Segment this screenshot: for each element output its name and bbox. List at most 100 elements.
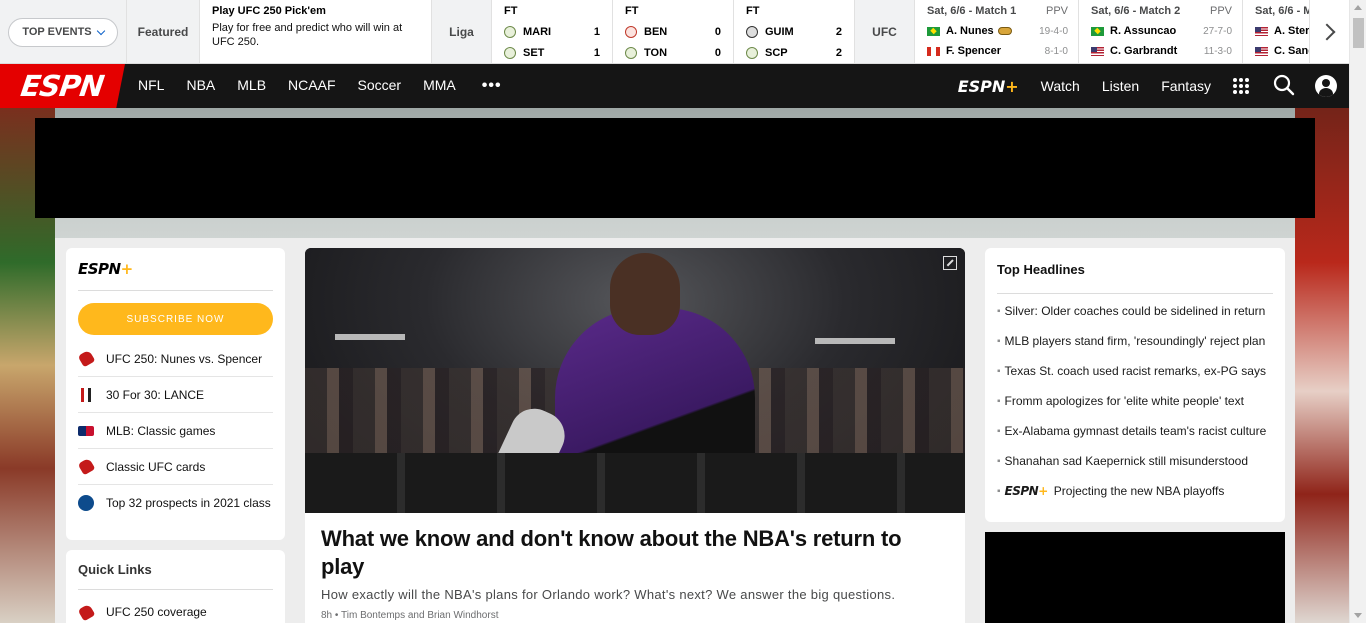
espn-plus-link[interactable]: ESPN+ [958,77,1019,96]
fighter-name: R. Assuncao [1110,25,1177,37]
belt-icon [997,27,1012,35]
expand-icon[interactable] [943,256,957,270]
team-logo-icon [625,25,637,38]
promo-title: Play UFC 250 Pick'em [212,5,326,17]
sidebar-item-label: 30 For 30: LANCE [106,387,205,402]
fighter-record: 11-3-0 [1203,45,1232,57]
plus-sign: + [120,260,134,278]
team-logo-icon [625,46,637,59]
sidebar-item-mlb[interactable]: MLB: Classic games [78,413,273,449]
headline-item[interactable]: ▪ Texas St. coach used racist remarks, ex… [997,356,1273,386]
glove-icon [77,603,95,621]
headline-item[interactable]: ▪ Silver: Older coaches could be sideline… [997,296,1273,326]
right-ad-slot[interactable] [985,532,1285,623]
team-score: 2 [835,25,842,38]
nav-link-watch[interactable]: Watch [1041,78,1080,94]
nav-item-mma[interactable]: MMA [423,77,456,95]
mlb-icon [78,423,94,439]
sidebar-item-ufc-250[interactable]: UFC 250: Nunes vs. Spencer [77,341,273,377]
headline-text: Texas St. coach used racist remarks, ex-… [1004,364,1266,378]
story-headline[interactable]: What we know and don't know about the NB… [321,525,949,581]
top-events-label: TOP EVENTS [22,26,92,38]
game-card[interactable]: FT BEN 0 TON 0 [613,0,734,63]
hero-image[interactable] [305,248,965,513]
usa-flag-icon [1255,46,1268,56]
headline-item[interactable]: ▪ Shanahan sad Kaepernick still misunders… [997,446,1273,476]
sidebar-item-label: Top 32 prospects in 2021 class [106,496,271,510]
brazil-flag-icon [927,26,940,36]
scroll-up-icon[interactable] [1354,5,1362,10]
espn-plus-card: ESPN+ SUBSCRIBE NOW UFC 250: Nunes vs. S… [66,248,285,540]
scoreboard-strip: TOP EVENTS Featured Play UFC 250 Pick'em… [0,0,1349,64]
headline-text: Silver: Older coaches could be sidelined… [1004,304,1266,318]
scroll-down-icon[interactable] [1354,613,1362,618]
team-score: 2 [835,46,842,59]
nav-link-fantasy[interactable]: Fantasy [1161,78,1211,94]
brazil-flag-icon [1091,26,1104,36]
fighter-name: C. Garbrandt [1110,45,1178,57]
nav-item-mlb[interactable]: MLB [237,77,266,95]
team-name: TON [644,46,668,59]
sidebar-item-label: MLB: Classic games [106,423,216,438]
team-row: TON 0 [625,42,721,63]
fighter-record: 19-4-0 [1039,25,1068,37]
featured-label: Featured [127,0,200,63]
scroll-right-button[interactable] [1309,0,1349,63]
fight-card[interactable]: Sat, 6/6 - Match 2 PPV R. Assuncao 27-7-0 … [1079,0,1243,63]
team-name: GUIM [765,25,794,38]
draft-icon [78,495,94,511]
fighter-row: A. Nunes 19-4-0 [927,21,1068,41]
search-icon[interactable] [1273,74,1295,99]
fighter-record: 27-7-0 [1203,25,1232,37]
subscribe-button[interactable]: SUBSCRIBE NOW [78,303,273,335]
headline-text: Ex-Alabama gymnast details team's racist… [1004,424,1267,438]
team-score: 1 [593,46,600,59]
nav-item-ncaaf[interactable]: NCAAF [288,77,335,95]
page-scrollbar[interactable] [1349,0,1366,623]
story-byline: 8h • Tim Bontemps and Brian Windhorst [321,610,499,621]
game-card[interactable]: FT MARI 1 SET 1 [492,0,613,63]
fight-date: Sat, 6/6 - Match 1 [927,5,1017,17]
sidebar-item-prospects[interactable]: Top 32 prospects in 2021 class [78,485,273,521]
top-headlines-title: Top Headlines [997,262,1273,294]
pickem-promo[interactable]: Play UFC 250 Pick'em Play for free and p… [200,0,432,63]
team-name: SCP [765,46,788,59]
hero-story[interactable]: What we know and don't know about the NB… [305,513,965,623]
fight-card[interactable]: Sat, 6/6 - Match 1 PPV A. Nunes 19-4-0 F. … [915,0,1079,63]
nav-right: ESPN+ Watch Listen Fantasy [958,64,1349,108]
chevron-down-icon [96,26,105,35]
sidebar-item-30-for-30[interactable]: 30 For 30: LANCE [78,377,273,413]
nav-link-listen[interactable]: Listen [1102,78,1139,94]
espn-logo-link[interactable]: ESPN [0,64,125,108]
headline-item[interactable]: ▪ Ex-Alabama gymnast details team's racis… [997,416,1273,446]
glove-icon [77,349,95,368]
team-logo-icon [504,46,516,59]
nav-item-nfl[interactable]: NFL [138,77,164,95]
top-headlines-card: Top Headlines ▪ Silver: Older coaches cou… [985,248,1285,522]
nav-item-soccer[interactable]: Soccer [358,77,402,95]
headline-text: Fromm apologizes for 'elite white people… [1004,394,1244,408]
game-status: FT [746,5,760,17]
game-card[interactable]: FT GUIM 2 SCP 2 [734,0,855,63]
espn-logo: ESPN [18,69,106,103]
headline-item-plus[interactable]: ▪ ESPN+ Projecting the new NBA playoffs [997,476,1273,506]
scrollbar-thumb[interactable] [1353,18,1364,48]
top-ad-slot[interactable] [35,118,1315,218]
plus-sign: + [1005,76,1019,96]
headline-item[interactable]: ▪ MLB players stand firm, 'resoundingly' … [997,326,1273,356]
quick-link-ufc-250[interactable]: UFC 250 coverage [77,594,273,623]
game-status: FT [504,5,518,17]
team-name: SET [523,46,545,59]
top-events-dropdown[interactable]: TOP EVENTS [8,17,118,47]
canada-flag-icon [927,46,940,56]
sidebar-item-classic-ufc[interactable]: Classic UFC cards [77,449,273,485]
nav-item-nba[interactable]: NBA [186,77,215,95]
apps-grid-icon[interactable] [1233,78,1249,94]
more-icon[interactable]: ••• [482,77,502,95]
usa-flag-icon [1255,26,1268,36]
promo-desc: Play for free and predict who will win a… [212,22,403,48]
user-profile-icon[interactable] [1315,75,1337,97]
headline-item[interactable]: ▪ Fromm apologizes for 'elite white peopl… [997,386,1273,416]
espn-plus-card-logo: ESPN+ [78,260,273,291]
fighter-record: 8-1-0 [1044,45,1068,57]
